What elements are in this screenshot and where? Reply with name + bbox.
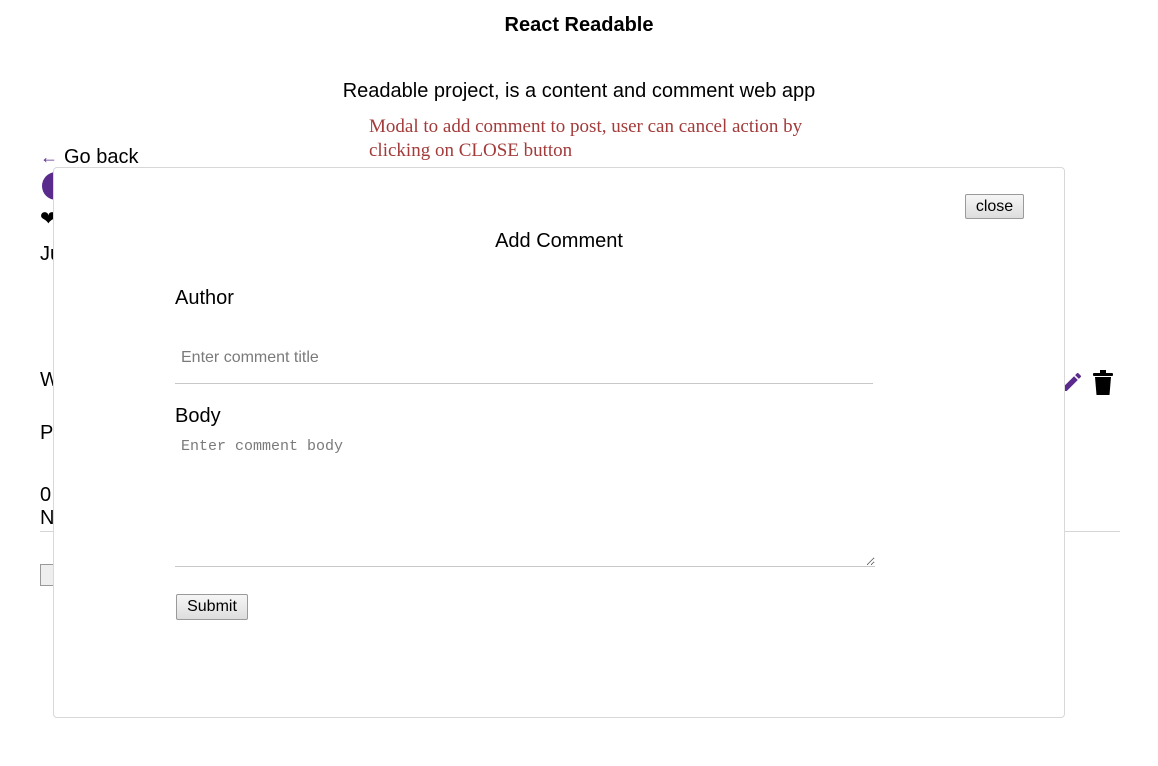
go-back-label: Go back [64,146,139,168]
app-subtitle: Readable project, is a content and comme… [342,80,816,102]
annotation-note: Modal to add comment to post, user can c… [369,116,803,161]
body-label: Body [175,405,221,427]
post-votes-fragment: 0 [40,484,52,506]
post-body-fragment: P [40,422,54,444]
add-comment-modal: close Add Comment Author Body Submit [53,167,1065,718]
submit-button[interactable]: Submit [176,594,248,620]
trash-icon[interactable] [1092,370,1114,396]
arrow-left-icon: ← [40,147,58,167]
body-textarea[interactable] [175,434,875,567]
go-back-link[interactable]: ← Go back [40,146,138,169]
app-title: React Readable [504,14,654,36]
page: React Readable Readable project, is a co… [0,0,1158,766]
close-button[interactable]: close [965,194,1024,219]
author-label: Author [175,287,234,309]
modal-title: Add Comment [495,230,623,252]
author-input[interactable] [175,332,873,384]
